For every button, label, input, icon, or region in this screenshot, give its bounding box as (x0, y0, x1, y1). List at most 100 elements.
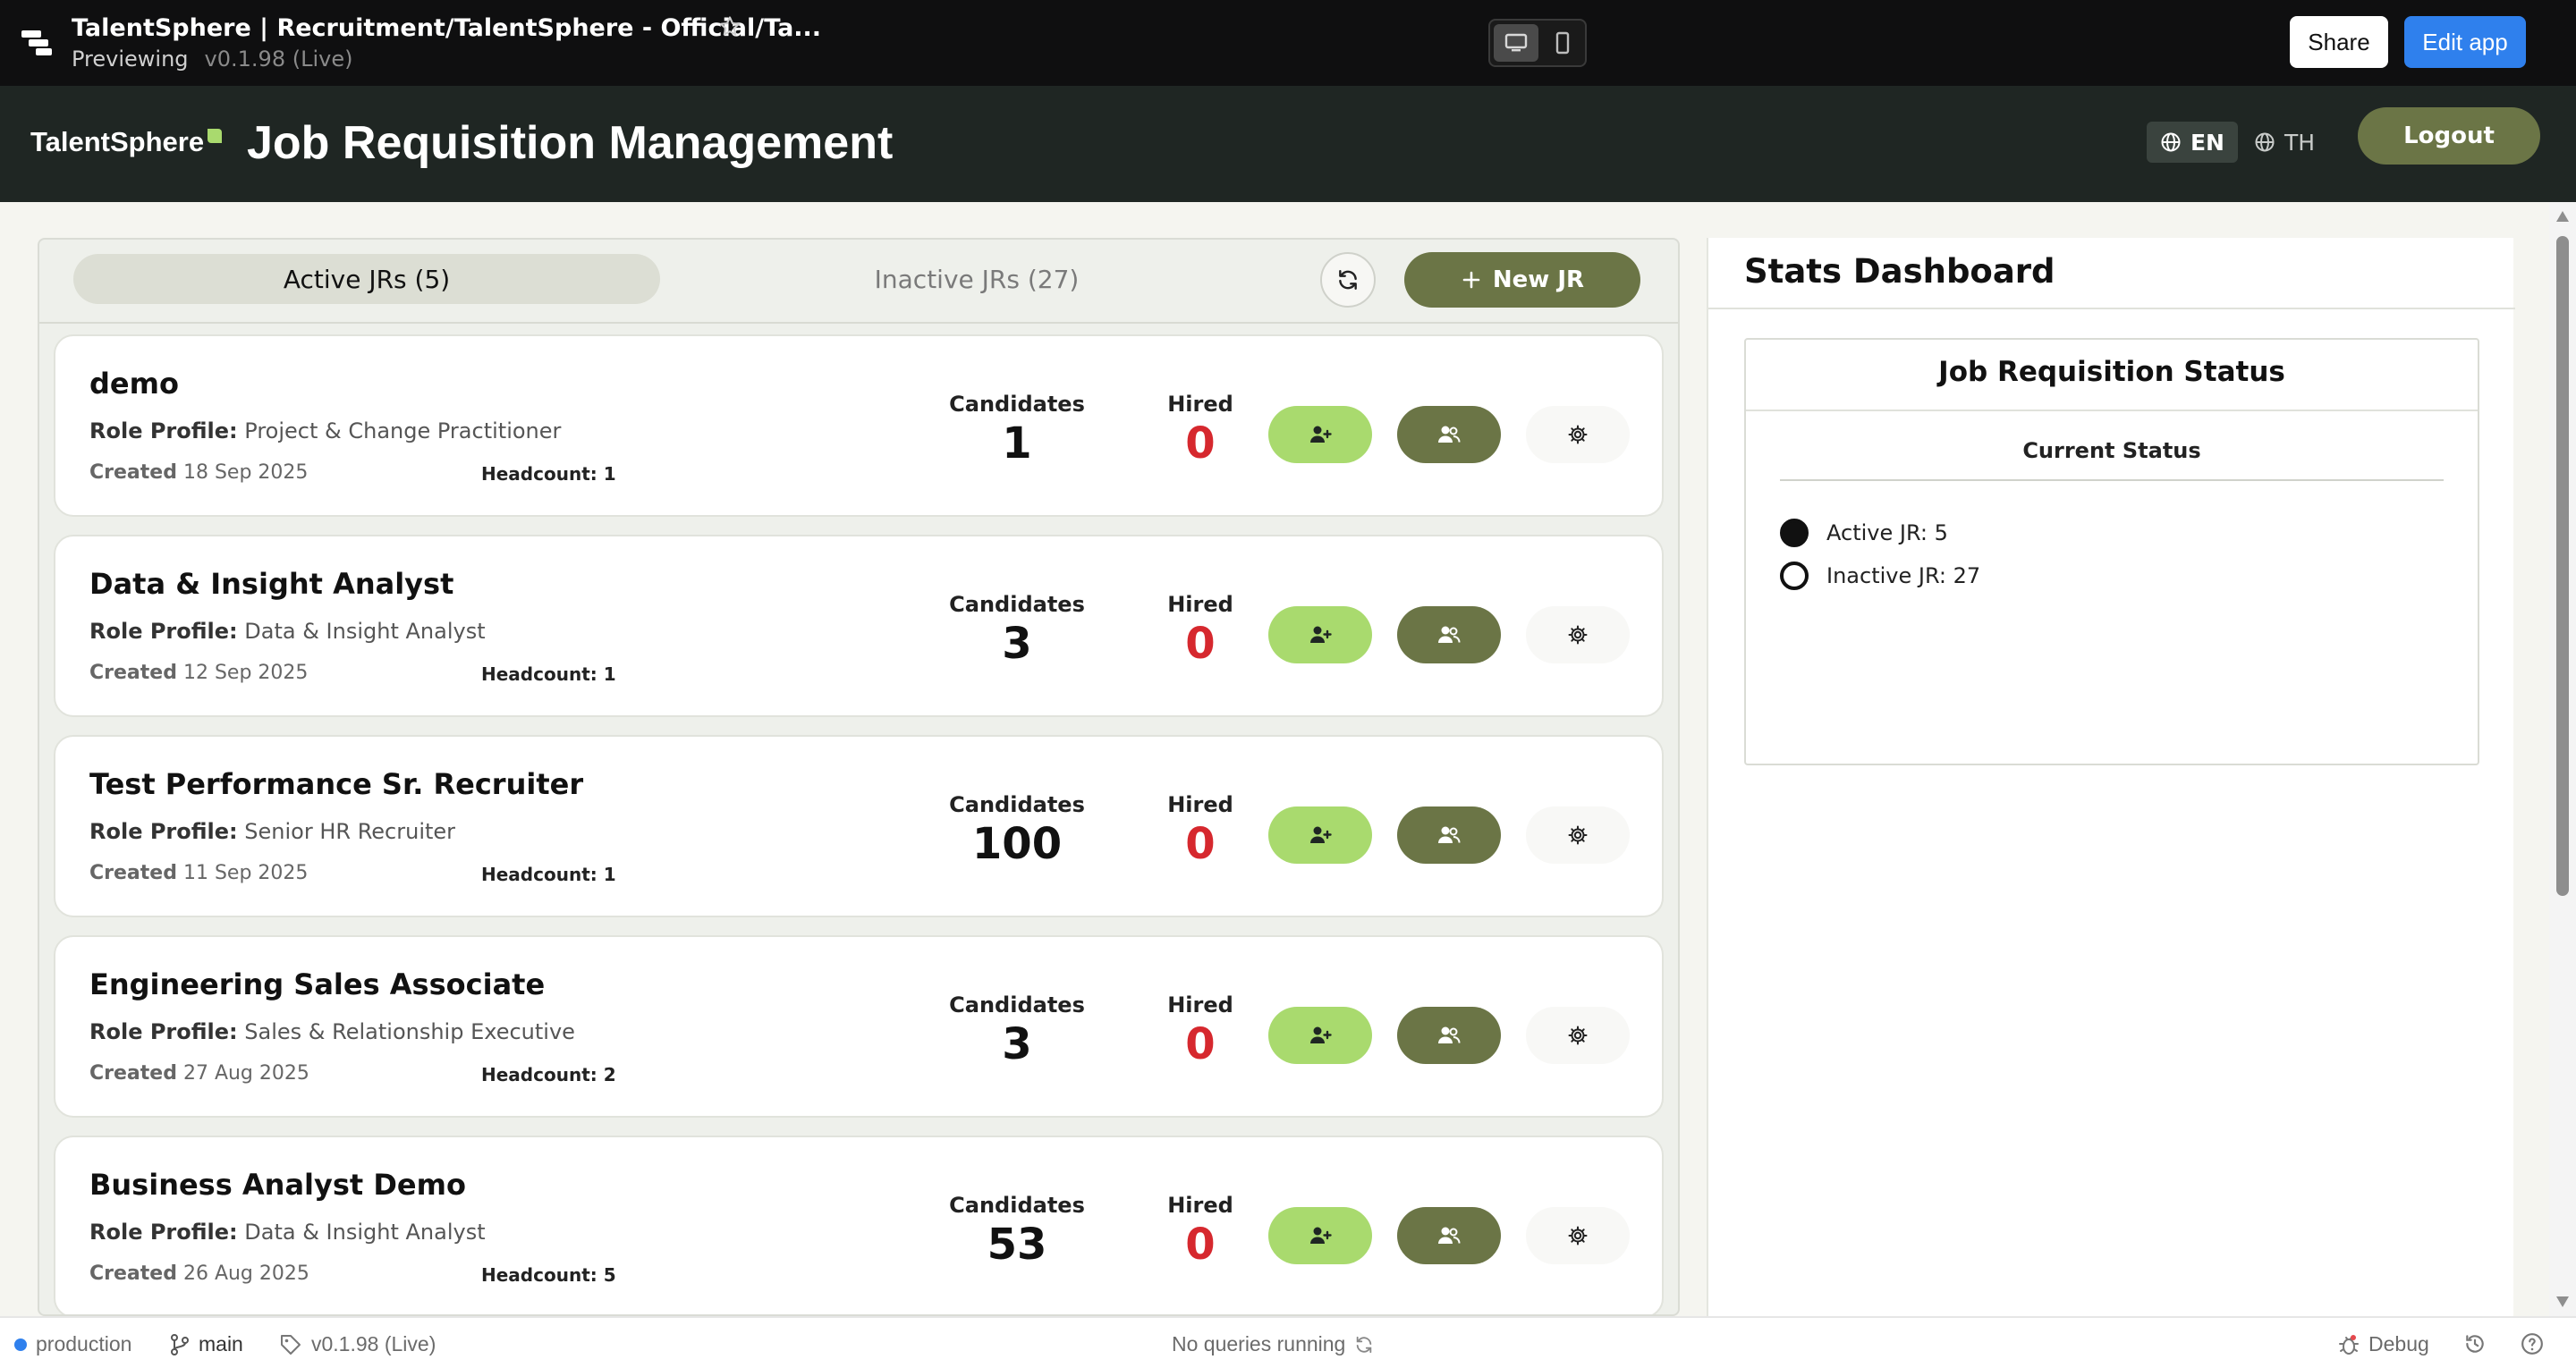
jr-created: Created 26 Aug 2025 (89, 1262, 309, 1285)
hired-count: 0 (1185, 819, 1216, 869)
lang-en-label: EN (2190, 129, 2224, 156)
view-candidates-button[interactable] (1397, 806, 1501, 864)
help-icon[interactable] (2521, 1332, 2544, 1355)
stats-title: Stats Dashboard (1744, 252, 2055, 291)
gear-icon (1568, 1026, 1588, 1045)
hired-stat: Hired 0 (1138, 792, 1263, 869)
user-plus-icon (1310, 1026, 1332, 1043)
jr-headcount: Headcount: 5 (481, 1264, 616, 1286)
bug-icon (2339, 1334, 2359, 1355)
headcount-value: 2 (603, 1064, 616, 1085)
add-candidate-button[interactable] (1268, 1207, 1372, 1264)
add-candidate-button[interactable] (1268, 806, 1372, 864)
settings-button[interactable] (1526, 406, 1630, 463)
divider (1780, 479, 2444, 481)
candidates-stat: Candidates 53 (941, 1193, 1093, 1270)
page-scrollbar[interactable] (2549, 202, 2576, 1316)
globe-icon (2161, 132, 2181, 152)
mobile-icon (1555, 31, 1570, 55)
logout-button[interactable]: Logout (2358, 107, 2540, 165)
status-bar: production main v0.1.98 (Live) No querie… (0, 1316, 2576, 1368)
debug-label: Debug (2368, 1332, 2429, 1355)
jr-card[interactable]: demo Role Profile: Project & Change Prac… (54, 334, 1664, 517)
headcount-value: 1 (603, 663, 616, 685)
scroll-down-arrow-icon[interactable] (2556, 1296, 2569, 1307)
legend-active: Active JR: 5 (1780, 515, 1948, 551)
jr-headcount: Headcount: 1 (481, 663, 616, 685)
users-icon (1438, 626, 1461, 643)
environment-selector[interactable]: production (14, 1332, 131, 1356)
device-toggle (1488, 19, 1587, 67)
hired-label: Hired (1167, 1193, 1233, 1218)
version-tag[interactable]: v0.1.98 (Live) (279, 1332, 436, 1356)
created-date: 12 Sep 2025 (182, 662, 309, 684)
jr-list-panel: Active JRs (5) Inactive JRs (27) New JR … (38, 238, 1680, 1316)
headcount-value: 1 (603, 463, 616, 485)
settings-button[interactable] (1526, 1007, 1630, 1064)
gear-icon (1568, 625, 1588, 645)
gear-icon (1568, 425, 1588, 444)
scrollbar-thumb[interactable] (2556, 236, 2569, 896)
settings-button[interactable] (1526, 1207, 1630, 1264)
candidates-label: Candidates (949, 592, 1085, 617)
lang-en-button[interactable]: EN (2147, 122, 2238, 163)
preview-mode: Previewing (72, 46, 189, 72)
candidates-stat: Candidates 100 (941, 792, 1093, 869)
desktop-view-button[interactable] (1494, 24, 1538, 62)
hired-count: 0 (1185, 418, 1216, 469)
app-logo-icon[interactable] (20, 25, 55, 61)
jr-card[interactable]: Business Analyst Demo Role Profile: Data… (54, 1136, 1664, 1314)
user-plus-icon (1310, 826, 1332, 843)
jr-card[interactable]: Data & Insight Analyst Role Profile: Dat… (54, 535, 1664, 717)
headcount-value: 1 (603, 864, 616, 885)
created-date: 11 Sep 2025 (182, 862, 309, 884)
headcount-label: Headcount: (481, 1064, 597, 1085)
tab-inactive-jrs[interactable]: Inactive JRs (27) (683, 254, 1270, 304)
view-candidates-button[interactable] (1397, 1207, 1501, 1264)
hired-count: 0 (1185, 1220, 1216, 1270)
hired-stat: Hired 0 (1138, 992, 1263, 1069)
desktop-icon (1504, 33, 1528, 52)
hired-count: 0 (1185, 1019, 1216, 1069)
tab-active-jrs[interactable]: Active JRs (5) (73, 254, 660, 304)
view-candidates-button[interactable] (1397, 406, 1501, 463)
candidates-count: 3 (1002, 619, 1032, 669)
lang-th-button[interactable]: TH (2249, 122, 2320, 163)
add-candidate-button[interactable] (1268, 606, 1372, 663)
tag-icon (281, 1334, 301, 1355)
edit-app-button[interactable]: Edit app (2404, 16, 2526, 68)
filled-dot-icon (1780, 519, 1809, 547)
headcount-label: Headcount: (481, 1264, 597, 1286)
git-branch-icon (171, 1333, 189, 1355)
users-icon (1438, 1026, 1461, 1043)
legend-active-label: Active JR: 5 (1826, 520, 1948, 545)
view-candidates-button[interactable] (1397, 606, 1501, 663)
jr-card[interactable]: Engineering Sales Associate Role Profile… (54, 935, 1664, 1118)
candidates-label: Candidates (949, 792, 1085, 817)
refresh-button[interactable] (1320, 252, 1376, 308)
debug-button[interactable]: Debug (2338, 1332, 2429, 1356)
settings-button[interactable] (1526, 806, 1630, 864)
add-candidate-button[interactable] (1268, 1007, 1372, 1064)
scroll-up-arrow-icon[interactable] (2556, 211, 2569, 222)
legend-inactive-label: Inactive JR: 27 (1826, 563, 1981, 588)
users-icon (1438, 1227, 1461, 1244)
settings-button[interactable] (1526, 606, 1630, 663)
created-date: 26 Aug 2025 (182, 1262, 309, 1285)
history-icon[interactable] (2463, 1332, 2487, 1355)
share-button[interactable]: Share (2290, 16, 2388, 68)
star-icon[interactable] (717, 14, 742, 39)
jr-status-card: Job Requisition Status Current Status Ac… (1744, 338, 2479, 765)
user-plus-icon (1310, 626, 1332, 643)
jr-card[interactable]: Test Performance Sr. Recruiter Role Prof… (54, 735, 1664, 917)
refresh-icon (1357, 1336, 1372, 1353)
jr-tabs: Active JRs (5) Inactive JRs (27) New JR (39, 240, 1678, 324)
empty-dot-icon (1780, 562, 1809, 590)
candidates-count: 1 (1002, 418, 1032, 469)
view-candidates-button[interactable] (1397, 1007, 1501, 1064)
add-candidate-button[interactable] (1268, 406, 1372, 463)
branch-selector[interactable]: main (170, 1332, 243, 1356)
mobile-view-button[interactable] (1540, 24, 1585, 62)
current-status-label: Current Status (2022, 438, 2201, 463)
new-jr-button[interactable]: New JR (1404, 252, 1640, 308)
